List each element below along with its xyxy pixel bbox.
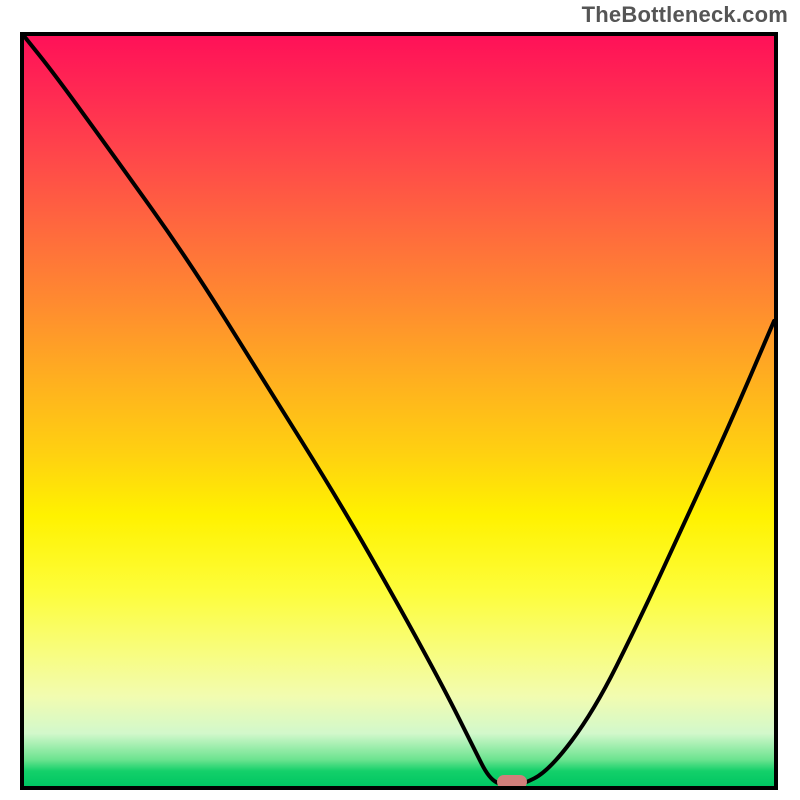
curve-layer xyxy=(24,36,774,786)
watermark-text: TheBottleneck.com xyxy=(582,2,788,28)
plot-area xyxy=(20,32,778,790)
chart-frame: TheBottleneck.com xyxy=(0,0,800,800)
sweet-spot-marker xyxy=(497,775,527,789)
bottleneck-curve xyxy=(24,36,774,786)
